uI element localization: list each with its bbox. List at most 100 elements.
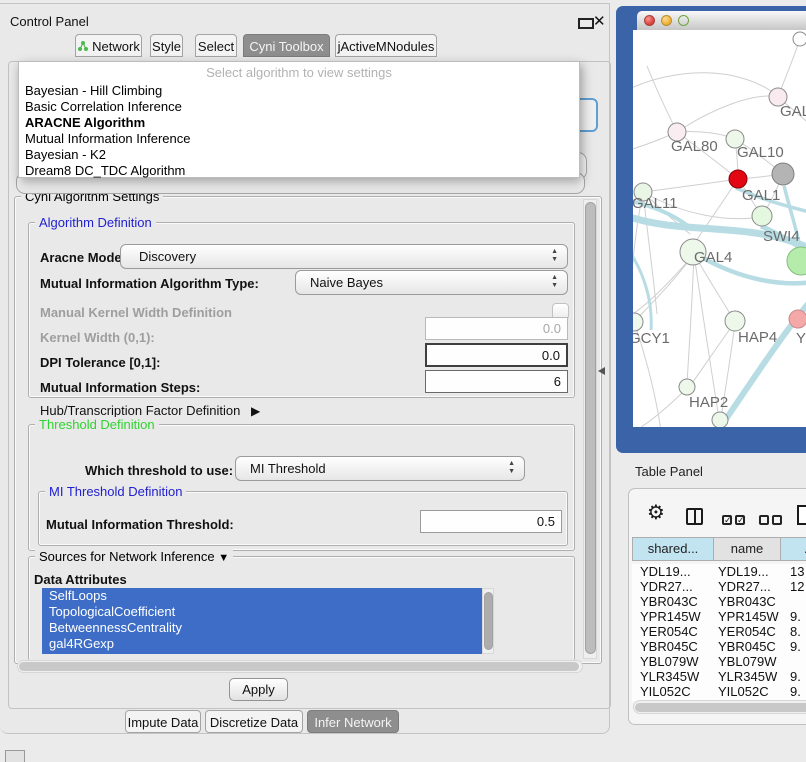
dropdown-option[interactable]: Dream8 DC_TDC Algorithm bbox=[25, 163, 185, 179]
mi-threshold-field[interactable]: 0.5 bbox=[420, 510, 562, 533]
cell-name[interactable]: YDR27... bbox=[718, 579, 780, 594]
cell-name[interactable]: YPR145W bbox=[718, 609, 780, 624]
table-hscrollbar[interactable] bbox=[633, 700, 806, 714]
cell-value[interactable] bbox=[790, 654, 806, 669]
window-zoom-icon[interactable] bbox=[678, 15, 689, 26]
cell-name[interactable]: YER054C bbox=[718, 624, 780, 639]
attributes-scrollbar-thumb[interactable] bbox=[484, 592, 493, 650]
cell-name[interactable]: YIL052C bbox=[718, 684, 780, 699]
tab-network[interactable]: Network bbox=[75, 34, 142, 57]
network-node-swi4[interactable] bbox=[752, 206, 772, 226]
sources-title-row[interactable]: Sources for Network Inference ▼ bbox=[35, 549, 233, 564]
node-label: GAL4 bbox=[694, 249, 732, 266]
cell-name[interactable]: YLR345W bbox=[718, 669, 780, 684]
table-hscrollbar-thumb[interactable] bbox=[635, 703, 806, 712]
settings-hscrollbar[interactable] bbox=[17, 660, 583, 673]
settings-scrollbar[interactable] bbox=[583, 199, 597, 659]
tab-style[interactable]: Style bbox=[150, 34, 183, 57]
cell-value[interactable] bbox=[790, 594, 806, 609]
network-node[interactable] bbox=[712, 412, 728, 427]
tab-cyni-toolbox[interactable]: Cyni Toolbox bbox=[243, 34, 330, 57]
select-all-rows-icon[interactable]: ✓✓ bbox=[722, 511, 748, 529]
settings-scrollbar-thumb[interactable] bbox=[585, 202, 596, 654]
network-node[interactable] bbox=[793, 32, 806, 46]
network-node-selected-red[interactable] bbox=[729, 170, 747, 188]
network-canvas[interactable]: GAL7 GAL80 GAL10 GAL1 GAL11 SWI4 GAL4 GC… bbox=[633, 30, 806, 427]
network-window-titlebar[interactable] bbox=[637, 11, 806, 31]
attribute-item-selected[interactable]: BetweennessCentrality bbox=[42, 620, 482, 636]
cell-name[interactable]: YBR045C bbox=[718, 639, 780, 654]
cell-value[interactable]: 9. bbox=[790, 609, 806, 624]
cell-name[interactable]: YBR043C bbox=[718, 594, 780, 609]
cell-shared[interactable]: YLR345W bbox=[640, 669, 712, 684]
tab-impute-data[interactable]: Impute Data bbox=[125, 710, 201, 733]
cell-name[interactable]: YBL079W bbox=[718, 654, 780, 669]
close-panel-icon[interactable]: ✕ bbox=[593, 12, 606, 30]
cell-value[interactable]: 12 bbox=[790, 579, 806, 594]
dropdown-option[interactable]: Bayesian - Hill Climbing bbox=[25, 83, 162, 99]
cell-shared[interactable]: YPR145W bbox=[640, 609, 712, 624]
tab-select[interactable]: Select bbox=[195, 34, 237, 57]
checked-box-icon: ✓ bbox=[735, 515, 745, 525]
column-header-shared-name[interactable]: shared... bbox=[632, 537, 714, 561]
cell-shared[interactable]: YER054C bbox=[640, 624, 712, 639]
mi-steps-field[interactable]: 6 bbox=[425, 370, 568, 393]
tab-jactivemnodules[interactable]: jActiveMNodules bbox=[335, 34, 437, 57]
table-header-row: shared... name A bbox=[632, 537, 806, 561]
cell-shared[interactable]: YBL079W bbox=[640, 654, 712, 669]
gear-icon[interactable]: ⚙ bbox=[647, 503, 665, 523]
network-node-hap4[interactable] bbox=[725, 311, 745, 331]
node-label: Y bbox=[796, 330, 806, 347]
cell-value[interactable]: 9. bbox=[790, 639, 806, 654]
tab-discretize-data[interactable]: Discretize Data bbox=[205, 710, 303, 733]
dropdown-option[interactable]: Mutual Information Inference bbox=[25, 131, 190, 147]
table-body[interactable]: YDL19... YDL19... 13 YDR27... YDR27... 12 YB… bbox=[632, 564, 806, 701]
column-header-name[interactable]: name bbox=[714, 537, 781, 561]
network-node-hap2[interactable] bbox=[679, 379, 695, 395]
collapse-down-icon[interactable]: ▼ bbox=[218, 552, 229, 564]
network-node-green-large[interactable] bbox=[787, 247, 806, 275]
cell-shared[interactable]: YDR27... bbox=[640, 579, 712, 594]
network-teal-edges bbox=[633, 186, 806, 427]
tab-infer-network[interactable]: Infer Network bbox=[307, 710, 399, 733]
window-minimize-icon[interactable] bbox=[661, 15, 672, 26]
network-node-gray[interactable] bbox=[772, 163, 794, 185]
apply-button[interactable]: Apply bbox=[229, 678, 288, 701]
dropdown-option-aracne[interactable]: ARACNE Algorithm bbox=[25, 115, 145, 131]
mi-type-label: Mutual Information Algorithm Type: bbox=[40, 276, 259, 291]
dropdown-option[interactable]: Basic Correlation Inference bbox=[25, 99, 182, 115]
window-close-icon[interactable] bbox=[644, 15, 655, 26]
split-columns-icon[interactable] bbox=[686, 508, 703, 525]
which-threshold-value: MI Threshold bbox=[236, 457, 524, 480]
float-panel-icon[interactable] bbox=[578, 18, 594, 29]
dropdown-option[interactable]: Bayesian - K2 bbox=[25, 147, 106, 163]
collapsed-panel-icon[interactable] bbox=[5, 750, 25, 762]
attribute-item-selected[interactable]: SelfLoops bbox=[42, 588, 482, 604]
kernel-width-field[interactable]: 0.0 bbox=[425, 317, 568, 340]
attributes-scrollbar[interactable] bbox=[482, 588, 494, 654]
expand-right-icon[interactable]: ▶ bbox=[251, 404, 260, 418]
mi-type-combo[interactable]: Naive Bayes ▲▼ bbox=[295, 270, 568, 295]
cell-value[interactable]: 9. bbox=[790, 669, 806, 684]
attribute-item-selected[interactable]: TopologicalCoefficient bbox=[42, 604, 482, 620]
network-node-gcy1[interactable] bbox=[633, 313, 643, 331]
cell-shared[interactable]: YBR045C bbox=[640, 639, 712, 654]
hub-definition-expander[interactable]: Hub/Transcription Factor Definition ▶ bbox=[40, 403, 260, 418]
cell-value[interactable]: 13 bbox=[790, 564, 806, 579]
which-threshold-combo[interactable]: MI Threshold ▲▼ bbox=[235, 456, 525, 481]
cell-shared[interactable]: YDL19... bbox=[640, 564, 712, 579]
cell-value[interactable]: 9. bbox=[790, 684, 806, 699]
attribute-item-selected[interactable]: gal4RGexp bbox=[42, 636, 482, 652]
column-header-clipped[interactable]: A bbox=[781, 537, 806, 561]
cell-name[interactable]: YDL19... bbox=[718, 564, 780, 579]
export-table-icon[interactable] bbox=[797, 505, 806, 525]
cell-shared[interactable]: YBR043C bbox=[640, 594, 712, 609]
settings-hscrollbar-thumb[interactable] bbox=[19, 662, 579, 671]
deselect-all-rows-icon[interactable] bbox=[759, 511, 785, 529]
cell-shared[interactable]: YIL052C bbox=[640, 684, 712, 699]
dpi-tolerance-field[interactable]: 0.0 bbox=[425, 343, 568, 367]
network-node-pink[interactable] bbox=[789, 310, 806, 328]
cell-value[interactable]: 8. bbox=[790, 624, 806, 639]
data-attributes-list[interactable]: SelfLoops TopologicalCoefficient Between… bbox=[42, 588, 482, 654]
aracne-mode-combo[interactable]: Discovery ▲▼ bbox=[120, 244, 568, 269]
